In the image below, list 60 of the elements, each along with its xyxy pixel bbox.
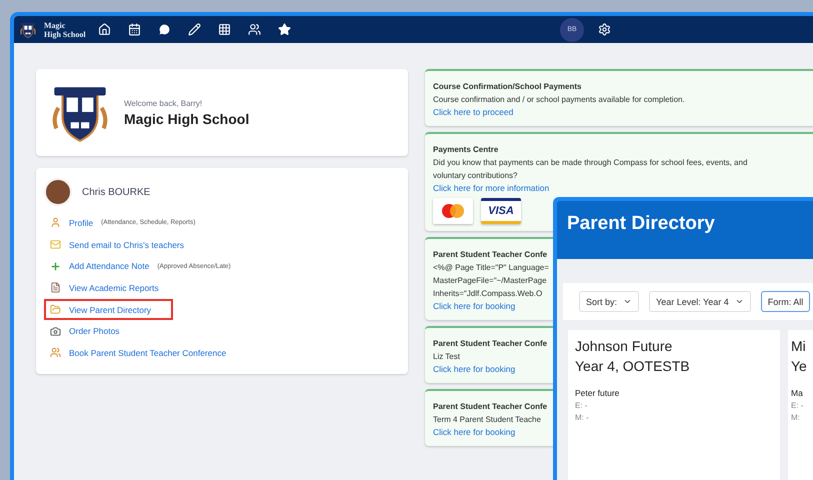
- window-title: Parent Directory: [557, 201, 813, 259]
- student-link[interactable]: Book Parent Student Teacher Conference: [69, 348, 226, 358]
- filter-dropdown[interactable]: Sort by:: [579, 291, 640, 312]
- notice-text: Liz Test: [433, 351, 460, 363]
- student-link[interactable]: Profile: [69, 218, 94, 228]
- class-heading: Ye: [791, 357, 808, 376]
- notice-link[interactable]: Click here to proceed: [433, 107, 514, 117]
- notice-text: Inherits="Jdlf.Compass.Web.O: [433, 288, 542, 300]
- people-icon[interactable]: [248, 23, 261, 36]
- student-link[interactable]: Order Photos: [69, 326, 120, 336]
- camera-icon: [50, 326, 61, 337]
- student-heading: Mi: [791, 337, 807, 356]
- student-name: Chris BOURKE: [82, 186, 150, 198]
- document-icon: [50, 282, 61, 294]
- pencil-icon[interactable]: [188, 23, 201, 36]
- calendar-icon[interactable]: [128, 23, 141, 36]
- visa-logo: VISA: [481, 198, 521, 224]
- student-link[interactable]: View Parent Directory: [69, 304, 152, 315]
- filter-dropdown[interactable]: Year Level: Year 4: [649, 291, 751, 312]
- notice-title: Course Confirmation/School Payments: [433, 81, 582, 93]
- student-link[interactable]: View Academic Reports: [69, 282, 159, 293]
- notice-link[interactable]: Click here for booking: [433, 301, 516, 311]
- filter-dropdown[interactable]: Form: All: [760, 291, 810, 312]
- star-icon[interactable]: [278, 23, 291, 36]
- notice-text: MasterPageFile="~/MasterPage: [433, 275, 547, 287]
- notice-link[interactable]: Click here for booking: [433, 427, 516, 437]
- student-link[interactable]: Add Attendance Note: [69, 261, 150, 272]
- email-text: E: -: [791, 401, 804, 410]
- notice-text: Did you know that payments can be made through Compass for school fees, events, and voluntary contributions?: [433, 157, 748, 182]
- notice-text: Course confirmation and / or school payments available for completion.: [433, 94, 685, 106]
- settings-icon[interactable]: [598, 23, 611, 36]
- notice-text: Term 4 Parent Student Teache: [433, 414, 541, 426]
- parent-name: Ma: [791, 388, 804, 398]
- notice-link[interactable]: Click here for booking: [433, 364, 516, 374]
- parent-name: Peter future: [575, 388, 620, 398]
- folder-icon: [50, 304, 61, 316]
- grid-icon[interactable]: [218, 23, 231, 36]
- brand-name[interactable]: Magic High School: [44, 20, 86, 38]
- class-heading: Year 4, OOTESTB: [575, 357, 691, 376]
- mastercard-logo: [433, 198, 473, 224]
- mobile-text: M: -: [575, 413, 590, 422]
- school-name: Magic High School: [124, 110, 250, 126]
- student-heading: Johnson Future: [575, 337, 674, 356]
- welcome-text: Welcome back, Barry!: [124, 98, 204, 108]
- person-icon: [50, 217, 61, 228]
- student-avatar: [44, 178, 72, 206]
- mobile-text: M:: [791, 413, 801, 422]
- email-text: E: -: [575, 401, 588, 410]
- notice-text: <%@ Page Title="P" Language=: [433, 262, 549, 274]
- student-link[interactable]: Send email to Chris's teachers: [69, 240, 184, 250]
- notice-title: Payments Centre: [433, 144, 498, 156]
- notice-title: Parent Student Teacher Confe: [433, 249, 548, 261]
- people-icon: [50, 347, 61, 358]
- notice-title: Parent Student Teacher Confe: [433, 338, 548, 350]
- notice-title: Parent Student Teacher Confe: [433, 401, 548, 413]
- plus-icon: [50, 260, 61, 272]
- chat-bubble-icon[interactable]: [158, 23, 171, 36]
- envelope-icon: [50, 239, 61, 250]
- notice-link[interactable]: Click here for more information: [433, 183, 550, 193]
- home-icon[interactable]: [98, 23, 111, 36]
